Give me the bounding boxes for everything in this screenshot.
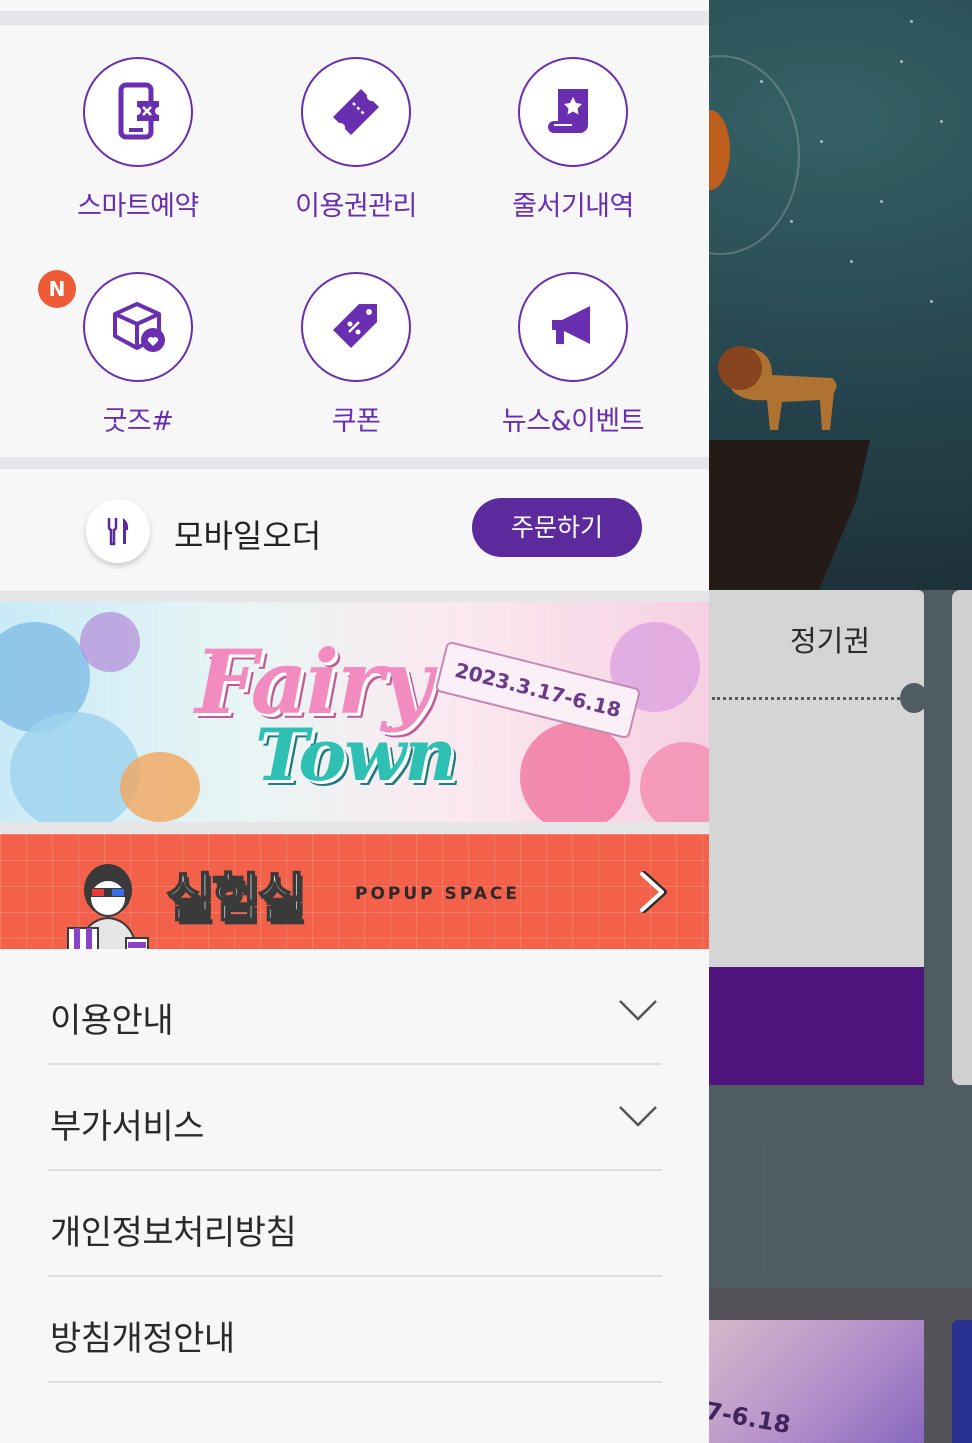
popup-space-subtitle: POPUP SPACE (355, 884, 520, 904)
quick-menu-grid: 스마트예약 이용권관리 줄서기내역 N 굿즈# 쿠폰 뉴스&이벤트 (0, 25, 709, 457)
quick-menu-label: 줄서기내역 (512, 191, 634, 222)
quick-menu-label: 굿즈# (102, 406, 174, 437)
fairy-town-banner[interactable]: Fairy Town 2023.3.17-6.18 (0, 602, 709, 822)
quick-menu-label: 이용권관리 (295, 191, 417, 222)
menu-item-usage-guide[interactable]: 이용안내 (48, 959, 662, 1065)
menu-item-label: 개인정보처리방침 (50, 1213, 297, 1253)
menu-item-policy-revision[interactable]: 방침개정안내 (48, 1277, 662, 1383)
popup-space-title: 실험실 (165, 868, 307, 930)
chevron-down-icon (619, 1106, 657, 1127)
divider (0, 457, 709, 469)
fork-knife-icon (86, 499, 150, 563)
menu-item-privacy-policy[interactable]: 개인정보처리방침 (48, 1171, 662, 1277)
chevron-right-icon (640, 871, 667, 913)
side-drawer: 스마트예약 이용권관리 줄서기내역 N 굿즈# 쿠폰 뉴스&이벤트 모바일오더 … (0, 0, 709, 1443)
new-badge: N (38, 270, 76, 308)
menu-item-label: 이용안내 (50, 1001, 174, 1041)
chevron-down-icon (619, 1000, 657, 1021)
mascot-character-icon (67, 864, 149, 949)
quick-menu-label: 스마트예약 (77, 191, 199, 222)
queue-history-icon (518, 57, 628, 167)
quick-menu-label: 뉴스&이벤트 (501, 406, 645, 437)
quick-menu-news-events[interactable]: 뉴스&이벤트 (473, 272, 673, 462)
fairy-town-title-line2: Town (255, 712, 457, 797)
quick-menu-coupon[interactable]: 쿠폰 (256, 272, 456, 462)
mobile-order-label: 모바일오더 (174, 517, 322, 555)
megaphone-icon (518, 272, 628, 382)
coupon-tag-icon (301, 272, 411, 382)
quick-menu-label: 쿠폰 (331, 406, 381, 437)
goods-box-icon (83, 272, 193, 382)
quick-menu-smart-reservation[interactable]: 스마트예약 (38, 57, 238, 247)
menu-item-label: 방침개정안내 (50, 1319, 235, 1359)
quick-menu-goods[interactable]: N 굿즈# (38, 270, 238, 462)
quick-menu-queue-history[interactable]: 줄서기내역 (473, 57, 673, 247)
divider (0, 11, 709, 25)
quick-menu-ticket-management[interactable]: 이용권관리 (256, 57, 456, 247)
divider (0, 822, 709, 834)
menu-item-additional-services[interactable]: 부가서비스 (48, 1065, 662, 1171)
popup-space-banner[interactable]: 실험실 POPUP SPACE (0, 834, 709, 949)
menu-item-label: 부가서비스 (50, 1107, 204, 1147)
order-button[interactable]: 주문하기 (472, 498, 642, 557)
mobile-order-row: 모바일오더 주문하기 (0, 469, 709, 591)
ticket-icon (301, 57, 411, 167)
smart-reservation-icon (83, 57, 193, 167)
